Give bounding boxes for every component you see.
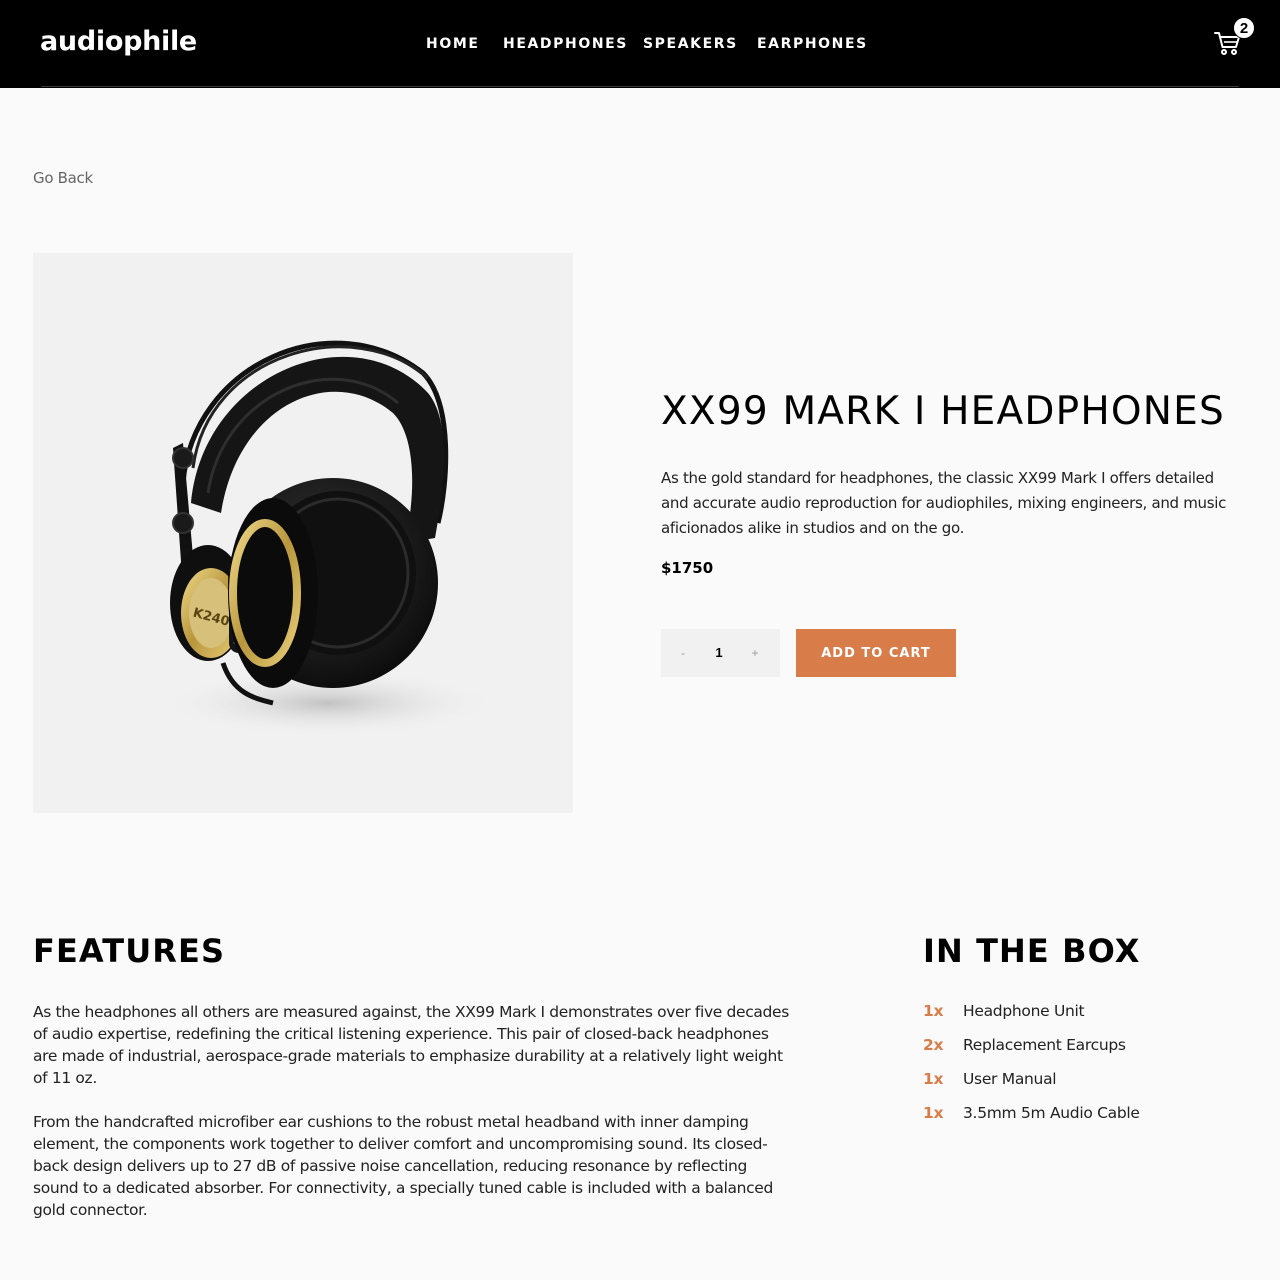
box-item-label: Headphone Unit bbox=[963, 1002, 1085, 1020]
features-paragraph-1: As the headphones all others are measure… bbox=[33, 1003, 789, 1087]
product-price: $1750 bbox=[661, 559, 714, 577]
features-paragraph-2: From the handcrafted microfiber ear cush… bbox=[33, 1113, 773, 1219]
header-divider bbox=[41, 86, 1239, 87]
features-heading: FEATURES bbox=[33, 932, 226, 970]
site-header: audiophile HOME HEADPHONES SPEAKERS EARP… bbox=[0, 0, 1280, 88]
nav-headphones[interactable]: HEADPHONES bbox=[503, 36, 628, 52]
nav-speakers[interactable]: SPEAKERS bbox=[643, 36, 738, 52]
nav-earphones[interactable]: EARPHONES bbox=[757, 36, 868, 52]
main-nav: HOME HEADPHONES SPEAKERS EARPHONES bbox=[0, 36, 1280, 52]
quantity-stepper: - 1 + bbox=[661, 629, 780, 677]
box-item-qty: 2x bbox=[923, 1036, 944, 1054]
box-item-label: User Manual bbox=[963, 1070, 1057, 1088]
box-item-qty: 1x bbox=[923, 1104, 944, 1122]
cart-count-badge: 2 bbox=[1233, 17, 1255, 39]
quantity-value[interactable]: 1 bbox=[701, 629, 737, 677]
box-item-qty: 1x bbox=[923, 1070, 944, 1088]
increment-button[interactable]: + bbox=[735, 629, 775, 677]
add-to-cart-button[interactable]: ADD TO CART bbox=[796, 629, 956, 677]
product-description: As the gold standard for headphones, the… bbox=[661, 469, 1227, 537]
product-title: XX99 MARK I HEADPHONES bbox=[661, 389, 1225, 434]
headphones-illustration: K240 bbox=[158, 340, 498, 737]
in-the-box-heading: IN THE BOX bbox=[923, 932, 1141, 970]
box-item-qty: 1x bbox=[923, 1002, 944, 1020]
decrement-button[interactable]: - bbox=[663, 629, 703, 677]
box-item-label: Replacement Earcups bbox=[963, 1036, 1126, 1054]
product-image: K240 bbox=[33, 253, 573, 813]
go-back-link[interactable]: Go Back bbox=[33, 169, 93, 187]
nav-home[interactable]: HOME bbox=[426, 36, 480, 52]
box-item-label: 3.5mm 5m Audio Cable bbox=[963, 1104, 1140, 1122]
